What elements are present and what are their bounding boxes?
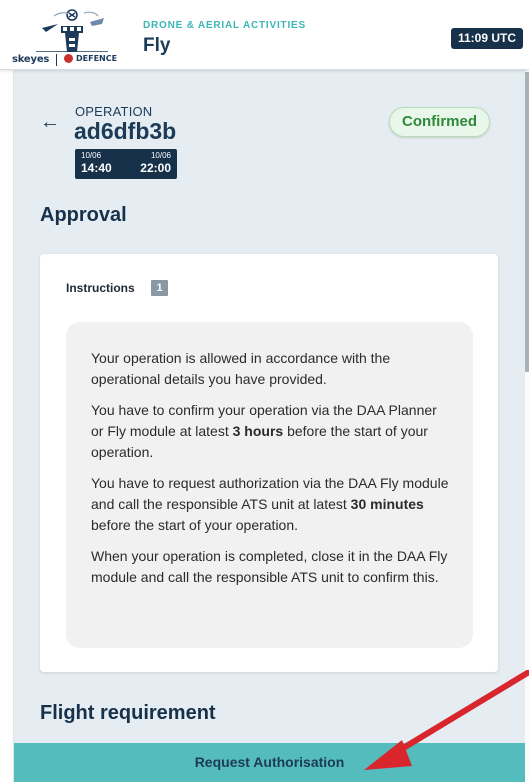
app-header: skeyes DEFENCE DRONE & AERIAL ACTIVITIES… (0, 0, 529, 70)
instructions-label: Instructions (66, 281, 135, 295)
operation-label: OPERATION (75, 104, 153, 119)
approval-title: Approval (40, 204, 127, 226)
approval-card: Instructions 1 Your operation is allowed… (40, 254, 498, 672)
instruction-emphasis: 30 minutes (350, 496, 424, 512)
operation-time-window: 10/06 14:40 10/06 22:00 (75, 149, 177, 179)
end-datetime: 10/06 22:00 (140, 151, 171, 175)
defence-roundel-icon (64, 54, 73, 63)
instructions-box: Your operation is allowed in accordance … (66, 322, 473, 648)
operation-id: ad6dfb3b (74, 118, 177, 144)
logo-separator (56, 54, 57, 66)
app-subtitle: DRONE & AERIAL ACTIVITIES (143, 20, 306, 31)
end-time: 22:00 (140, 161, 171, 175)
start-date: 10/06 (81, 151, 102, 160)
request-authorisation-button[interactable]: Request Authorisation (14, 743, 525, 782)
control-tower-icon (36, 9, 108, 52)
request-authorisation-label: Request Authorisation (194, 754, 345, 770)
instruction-paragraph: Your operation is allowed in accordance … (91, 350, 391, 387)
app-title: Fly (143, 35, 171, 56)
flight-requirement-title: Flight requirement (40, 702, 216, 724)
start-datetime: 10/06 14:40 (81, 151, 112, 175)
instruction-emphasis: 3 hours (232, 423, 284, 439)
end-date: 10/06 (150, 151, 171, 160)
status-badge: Confirmed (389, 107, 490, 137)
instructions-count-badge: 1 (151, 280, 168, 296)
left-gutter (0, 70, 14, 782)
scrollbar-thumb[interactable] (525, 72, 529, 372)
logo-skeyes-text: skeyes (12, 54, 50, 65)
utc-clock: 11:09 UTC (450, 28, 523, 49)
back-button[interactable]: ← (40, 112, 60, 132)
instruction-paragraph: When your operation is completed, close … (91, 548, 448, 585)
logo-defence-text: DEFENCE (76, 54, 118, 63)
instruction-paragraph: You have to request authorization via th… (91, 475, 449, 533)
arrow-left-icon: ← (40, 111, 60, 133)
start-time: 14:40 (81, 161, 112, 175)
logo-defence: DEFENCE (64, 54, 117, 63)
skeyes-logo[interactable]: skeyes DEFENCE (12, 6, 142, 66)
instruction-paragraph: You have to confirm your operation via t… (91, 402, 437, 460)
